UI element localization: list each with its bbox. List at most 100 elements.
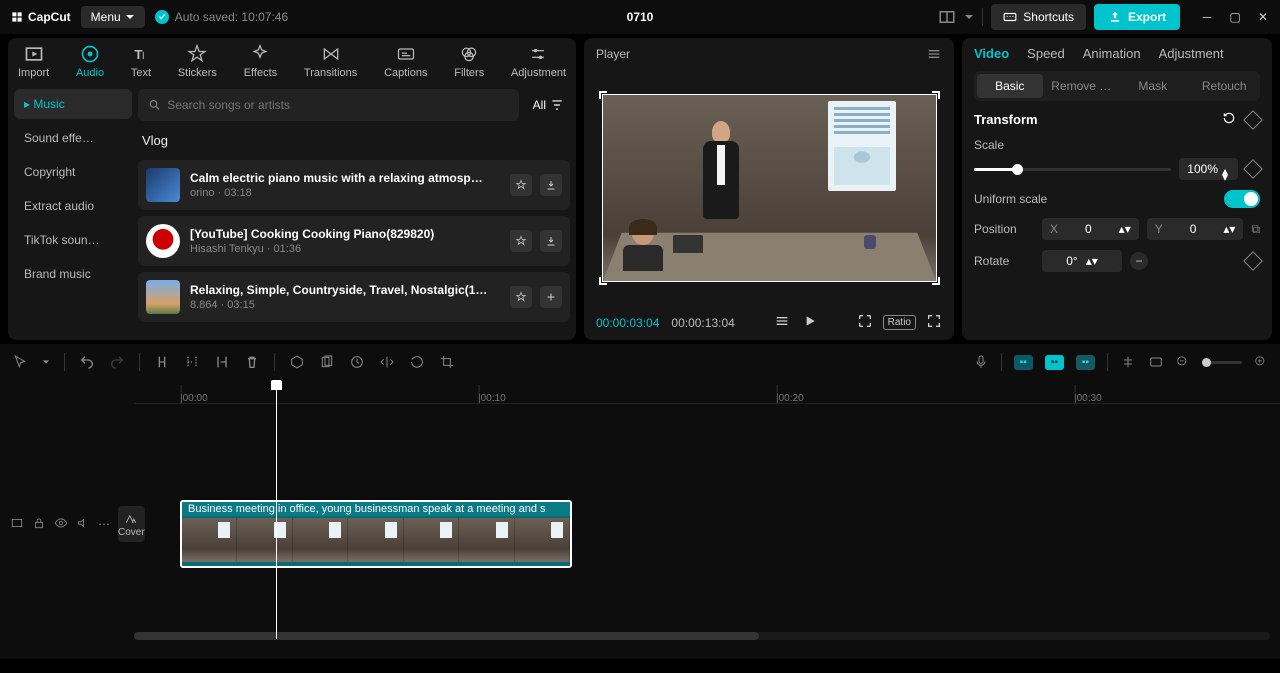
subtab-mask[interactable]: Mask	[1120, 74, 1186, 98]
filter-all-button[interactable]: All	[527, 89, 570, 121]
reset-icon[interactable]	[1222, 111, 1236, 128]
zoom-slider[interactable]	[1202, 361, 1242, 364]
rotate-dial[interactable]: −	[1130, 252, 1148, 270]
close-button[interactable]: ✕	[1256, 10, 1270, 24]
player-menu-icon[interactable]	[926, 46, 942, 62]
delete-button[interactable]	[244, 354, 260, 370]
reverse-button[interactable]	[349, 354, 365, 370]
inspector-tab-animation[interactable]: Animation	[1083, 46, 1141, 61]
download-button[interactable]	[540, 230, 562, 252]
position-x-input[interactable]: X0▴▾	[1042, 218, 1139, 240]
zoom-out-button[interactable]	[1176, 355, 1190, 369]
favorite-button[interactable]	[510, 286, 532, 308]
undo-button[interactable]	[79, 354, 95, 370]
tab-effects[interactable]: Effects	[244, 44, 277, 79]
subnav-copyright[interactable]: Copyright	[14, 157, 132, 187]
timeline-scrollbar[interactable]	[134, 632, 1270, 640]
magnet-link[interactable]: ▪▪	[1076, 355, 1095, 370]
tab-stickers[interactable]: Stickers	[178, 44, 217, 79]
duplicate-button[interactable]	[319, 354, 335, 370]
track-area[interactable]: Business meeting in office, young busine…	[134, 404, 1280, 644]
music-item[interactable]: [YouTube] Cooking Cooking Piano(829820) …	[138, 216, 570, 266]
list-icon[interactable]	[774, 313, 790, 332]
marker-button[interactable]	[289, 354, 305, 370]
trim-left-button[interactable]	[184, 354, 200, 370]
ratio-button[interactable]: Ratio	[883, 315, 916, 330]
link-icon[interactable]: ⧉	[1251, 222, 1260, 237]
scale-value[interactable]: 100%▴▾	[1179, 158, 1238, 180]
favorite-button[interactable]	[510, 230, 532, 252]
favorite-button[interactable]	[510, 174, 532, 196]
crop-button[interactable]	[439, 354, 455, 370]
tab-import[interactable]: Import	[18, 44, 49, 79]
collapse-icon[interactable]	[10, 516, 24, 533]
magnet-main[interactable]: ▪▪	[1014, 355, 1033, 370]
export-button[interactable]: Export	[1094, 4, 1180, 30]
playhead[interactable]	[276, 380, 277, 639]
uniform-scale-toggle[interactable]	[1224, 190, 1260, 208]
shortcuts-button[interactable]: Shortcuts	[991, 4, 1086, 30]
split-button[interactable]	[154, 354, 170, 370]
subtab-remove[interactable]: Remove …	[1049, 74, 1115, 98]
music-item[interactable]: Relaxing, Simple, Countryside, Travel, N…	[138, 272, 570, 322]
music-meta: Hisashi Tenkyu · 01:36	[190, 243, 500, 255]
subnav-tiktok-sounds[interactable]: TikTok soun…	[14, 225, 132, 255]
zoom-in-button[interactable]	[1254, 355, 1268, 369]
subtab-retouch[interactable]: Retouch	[1192, 74, 1258, 98]
tab-captions[interactable]: Captions	[384, 44, 427, 79]
fullscreen-button[interactable]	[926, 313, 942, 332]
menu-button[interactable]: Menu	[81, 6, 145, 28]
align-button[interactable]	[1120, 354, 1136, 370]
scale-slider[interactable]	[974, 168, 1171, 171]
subnav-extract-audio[interactable]: Extract audio	[14, 191, 132, 221]
redo-button[interactable]	[109, 354, 125, 370]
tab-filters[interactable]: Filters	[454, 44, 484, 79]
rotate-button[interactable]	[409, 354, 425, 370]
music-item[interactable]: Calm electric piano music with a relaxin…	[138, 160, 570, 210]
keyframe-icon[interactable]	[1243, 110, 1263, 130]
keyframe-icon[interactable]	[1243, 159, 1263, 179]
chevron-down-icon[interactable]	[964, 12, 974, 22]
more-icon[interactable]: ⋯	[98, 517, 110, 531]
mirror-button[interactable]	[379, 354, 395, 370]
subnav-sound-effects[interactable]: Sound effe…	[14, 123, 132, 153]
position-y-input[interactable]: Y0▴▾	[1147, 218, 1244, 240]
timeline-ruler[interactable]: |00:00 |00:10 |00:20 |00:30	[134, 380, 1280, 404]
video-preview[interactable]	[602, 94, 937, 282]
speaker-icon[interactable]	[76, 516, 90, 533]
tab-transitions[interactable]: Transitions	[304, 44, 357, 79]
tab-audio[interactable]: Audio	[76, 44, 104, 79]
lock-icon[interactable]	[32, 516, 46, 533]
search-input[interactable]	[167, 98, 508, 112]
inspector-tab-video[interactable]: Video	[974, 46, 1009, 61]
music-title: Relaxing, Simple, Countryside, Travel, N…	[190, 283, 500, 297]
inspector-tab-speed[interactable]: Speed	[1027, 46, 1065, 61]
tab-adjustment[interactable]: Adjustment	[511, 44, 566, 79]
chevron-down-icon[interactable]	[42, 358, 50, 366]
maximize-button[interactable]: ▢	[1228, 10, 1242, 24]
search-field[interactable]	[138, 89, 519, 121]
scan-icon[interactable]	[857, 313, 873, 332]
subtab-basic[interactable]: Basic	[977, 74, 1043, 98]
tab-text[interactable]: TIText	[131, 44, 151, 79]
trim-right-button[interactable]	[214, 354, 230, 370]
video-clip[interactable]: Business meeting in office, young busine…	[180, 500, 572, 568]
timeline[interactable]: ⋯ Cover |00:00 |00:10 |00:20 |00:30 Busi…	[0, 380, 1280, 659]
rotate-input[interactable]: 0°▴▾	[1042, 250, 1122, 272]
project-title: 0710	[627, 10, 654, 24]
eye-icon[interactable]	[54, 516, 68, 533]
keyframe-icon[interactable]	[1243, 251, 1263, 271]
play-button[interactable]	[802, 313, 818, 332]
inspector-tab-adjustment[interactable]: Adjustment	[1159, 46, 1224, 61]
layout-icon[interactable]	[938, 8, 956, 26]
magnet-auto[interactable]: ▪▪	[1045, 355, 1064, 370]
pointer-tool[interactable]	[12, 354, 28, 370]
add-button[interactable]	[540, 286, 562, 308]
preview-toggle[interactable]	[1148, 354, 1164, 370]
mic-button[interactable]	[973, 354, 989, 370]
svg-text:I: I	[142, 51, 145, 62]
subnav-brand-music[interactable]: Brand music	[14, 259, 132, 289]
download-button[interactable]	[540, 174, 562, 196]
subnav-music[interactable]: Music	[14, 89, 132, 119]
minimize-button[interactable]: ─	[1200, 10, 1214, 24]
